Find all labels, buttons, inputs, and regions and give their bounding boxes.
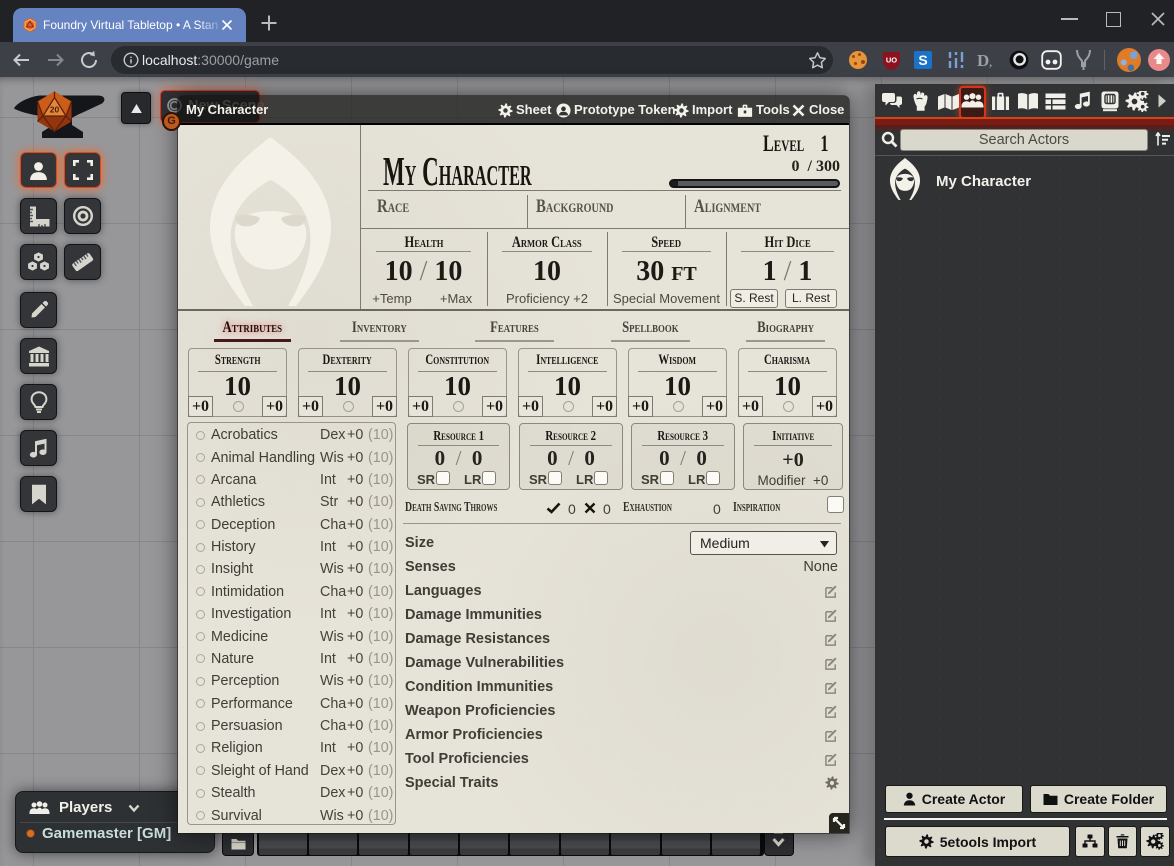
svg-text:20: 20 [50,105,60,115]
svg-text:UO: UO [886,56,897,65]
